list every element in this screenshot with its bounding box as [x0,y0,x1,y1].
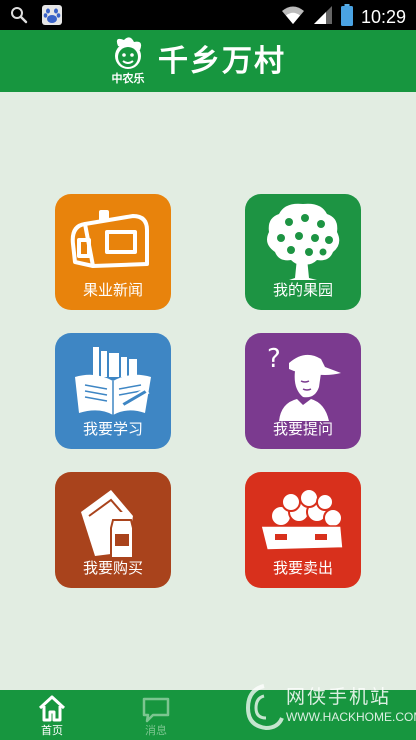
clock-time: 10:29 [360,6,406,27]
tab-home[interactable]: 首页 [12,690,92,740]
watermark-logo-icon [245,684,284,731]
tile-sell[interactable]: 我要卖出 [245,472,361,588]
tile-learn[interactable]: 我要学习 [55,333,171,449]
status-bar: 10:29 [0,0,416,30]
tile-label: 我要卖出 [272,559,333,577]
tile-label: 我的果园 [272,281,333,299]
tab-label: 消息 [145,724,167,737]
tile-my-orchard[interactable]: 我的果园 [245,194,361,310]
svg-text:?: ? [267,344,281,374]
signal-icon [313,5,333,29]
search-icon [10,6,28,28]
tile-label: 我要购买 [82,559,143,577]
brand: 中农乐 千乡万村 [104,36,286,86]
tile-ask-question[interactable]: ? 我要提问 [245,333,361,449]
tile-label: 我要学习 [82,420,143,438]
tab-messages[interactable]: 消息 [116,690,196,740]
battery-icon [340,4,353,30]
baidu-paw-icon [42,5,62,29]
tile-fruit-news[interactable]: 果业新闻 [55,194,171,310]
app-title: 千乡万村 [158,44,286,79]
watermark: 网侠手机站 WWW.HACKHOME.COM [238,676,416,740]
home-icon [38,695,66,722]
wifi-icon [281,5,305,29]
tile-label: 果业新闻 [82,281,143,299]
watermark-url: WWW.HACKHOME.COM [286,710,416,724]
brand-logo: 中农乐 [104,36,152,86]
watermark-text: 网侠手机站 [286,686,392,708]
message-icon [142,697,170,723]
tab-label: 首页 [41,724,63,737]
app-header: 中农乐 千乡万村 [0,30,416,92]
tile-buy[interactable]: 我要购买 [55,472,171,588]
tile-label: 我要提问 [272,420,333,438]
brand-subtitle: 中农乐 [111,72,145,85]
